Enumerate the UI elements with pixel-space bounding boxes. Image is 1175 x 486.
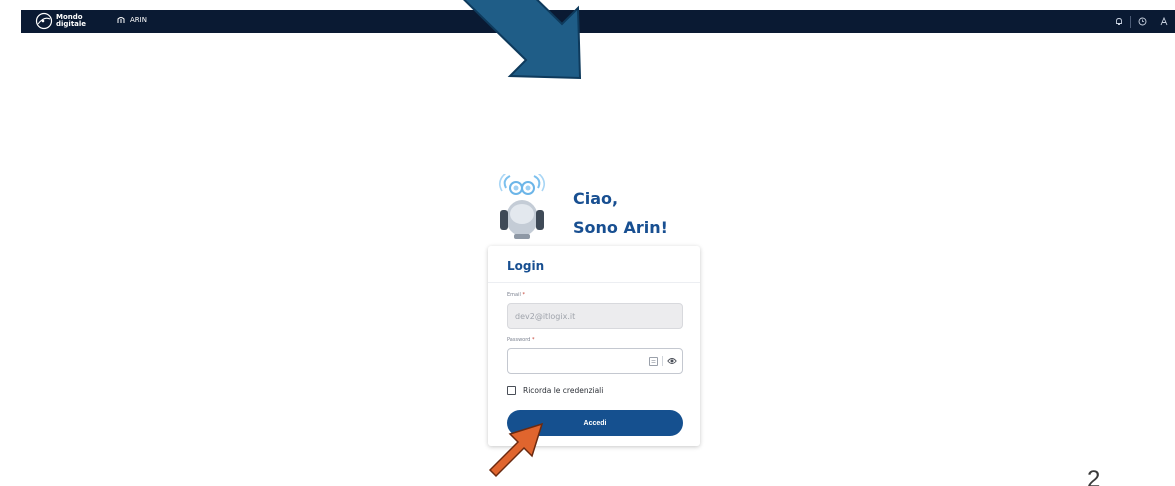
login-title: Login xyxy=(507,259,545,273)
email-value: dev2@itlogix.it xyxy=(515,311,576,321)
slide: Mondo digitale ARIN Ciao, Sono Arin! Log… xyxy=(0,0,1175,486)
remember-credentials[interactable]: Ricorda le credenziali xyxy=(507,386,603,395)
annotation-arrow-blue xyxy=(463,0,582,80)
password-field-icons xyxy=(649,356,677,366)
brand-name: Mondo digitale xyxy=(56,14,86,28)
brand-logo[interactable]: Mondo digitale xyxy=(35,12,86,30)
greeting-line1: Ciao, xyxy=(573,189,619,208)
annotation-arrow-orange xyxy=(488,422,544,478)
password-manager-icon[interactable] xyxy=(649,356,658,366)
app-selector[interactable]: ARIN xyxy=(117,16,147,24)
bell-icon[interactable] xyxy=(1108,14,1130,29)
remember-label: Ricorda le credenziali xyxy=(523,386,604,395)
email-label-text: Email xyxy=(507,292,521,298)
clock-icon[interactable] xyxy=(1131,14,1153,29)
globe-logo-icon xyxy=(35,12,53,30)
login-card-header: Login xyxy=(488,246,700,283)
greeting: Ciao, Sono Arin! xyxy=(573,184,668,242)
greeting-line2: Sono Arin! xyxy=(573,218,668,237)
topbar-actions xyxy=(1108,14,1175,29)
login-card: Login Email * dev2@itlogix.it Password * xyxy=(488,246,700,446)
brand-name-line2: digitale xyxy=(56,20,87,28)
slide-page-number: 2 xyxy=(1087,466,1101,486)
password-label: Password * xyxy=(507,337,534,343)
password-field[interactable] xyxy=(507,348,683,374)
app-name: ARIN xyxy=(130,16,147,24)
eye-icon[interactable] xyxy=(667,357,677,365)
user-icon[interactable] xyxy=(1153,14,1175,29)
password-label-text: Password xyxy=(507,337,531,343)
remember-checkbox[interactable] xyxy=(507,386,516,395)
email-label: Email * xyxy=(507,292,525,298)
password-icon-divider xyxy=(662,356,663,366)
robot-app-icon xyxy=(117,17,125,23)
required-mark: * xyxy=(522,292,525,298)
required-mark: * xyxy=(531,337,535,343)
robot-mascot-icon xyxy=(498,174,546,239)
email-field[interactable]: dev2@itlogix.it xyxy=(507,303,683,329)
